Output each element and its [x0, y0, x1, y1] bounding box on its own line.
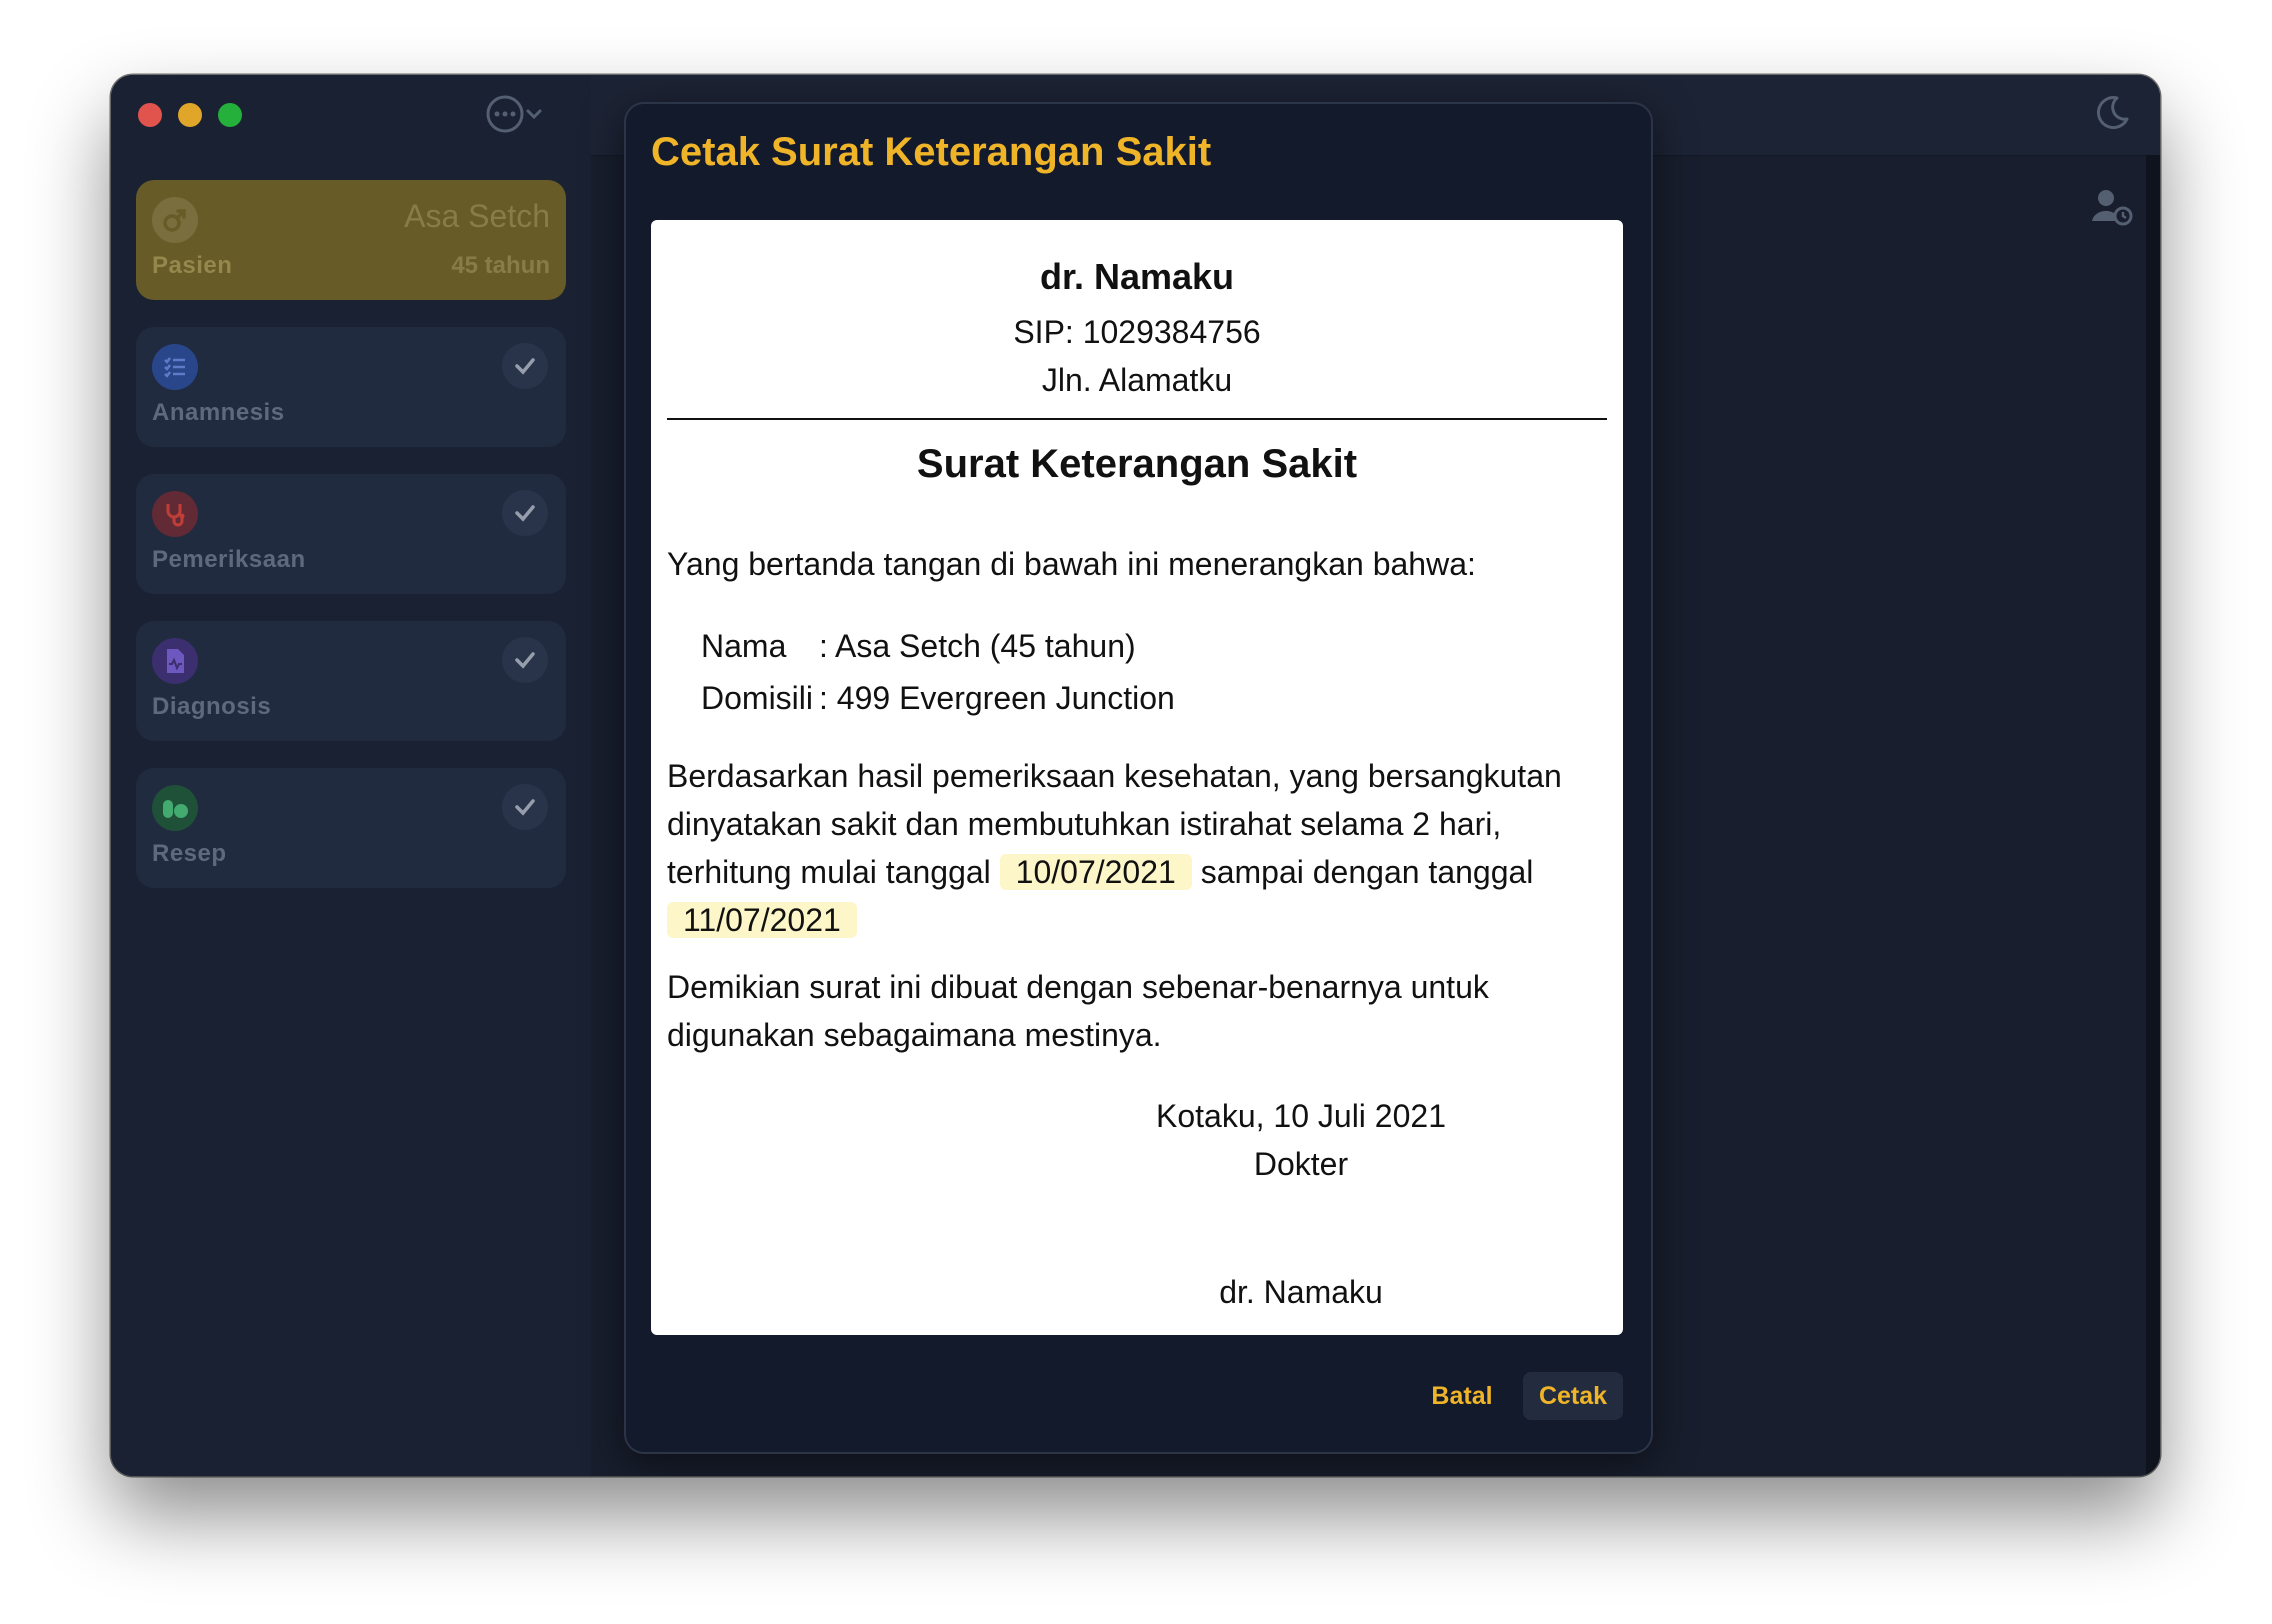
app-window: Asa Setch Pasien 45 tahun Anamnesis Peme…	[111, 75, 2160, 1476]
name-value: : Asa Setch (45 tahun)	[819, 628, 1136, 664]
dialog-title: Cetak Surat Keterangan Sakit	[651, 130, 1212, 174]
domicile-field: Domisili : 499 Evergreen Junction	[701, 680, 1175, 717]
signer-name: dr. Namaku	[1219, 1274, 1383, 1310]
body-text-part2: sampai dengan tanggal	[1200, 854, 1534, 890]
body-paragraph: Berdasarkan hasil pemeriksaan kesehatan,…	[667, 752, 1607, 944]
name-field: Nama : Asa Setch (45 tahun)	[701, 628, 1136, 665]
signer-role: Dokter	[1253, 1146, 1349, 1182]
letter-title: Surat Keterangan Sakit	[916, 442, 1358, 486]
place-date: Kotaku, 10 Juli 2021	[1156, 1098, 1446, 1134]
doctor-sip: SIP: 1029384756	[1013, 314, 1261, 350]
start-date: 10/07/2021	[999, 854, 1192, 890]
domicile-label: Domisili	[701, 680, 813, 716]
closing-paragraph: Demikian surat ini dibuat dengan sebenar…	[667, 969, 1489, 1053]
name-label: Nama	[701, 628, 787, 664]
doctor-address: Jln. Alamatku	[1041, 362, 1233, 398]
cancel-button[interactable]: Batal	[1422, 1372, 1502, 1420]
end-date: 11/07/2021	[667, 902, 857, 938]
header-divider	[667, 418, 1607, 420]
letter-preview: dr. Namaku SIP: 1029384756 Jln. Alamatku…	[651, 220, 1623, 1335]
domicile-value: : 499 Evergreen Junction	[819, 680, 1175, 716]
doctor-name: dr. Namaku	[1039, 256, 1235, 297]
print-button[interactable]: Cetak	[1523, 1372, 1623, 1420]
intro-text: Yang bertanda tangan di bawah ini menera…	[667, 546, 1476, 582]
print-sick-letter-dialog: Cetak Surat Keterangan Sakit dr. Namaku …	[624, 102, 1653, 1454]
